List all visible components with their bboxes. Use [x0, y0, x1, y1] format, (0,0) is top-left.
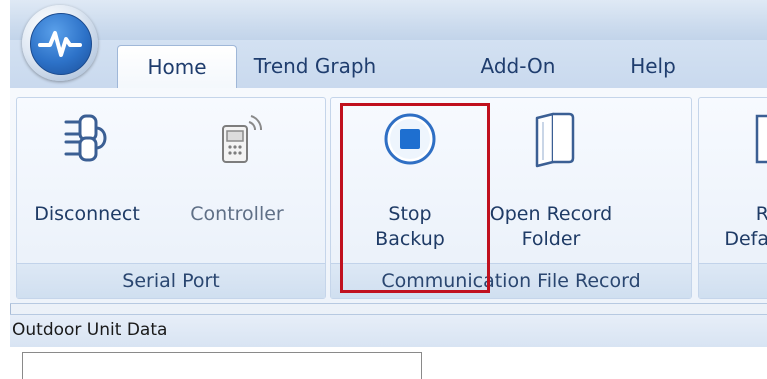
section-title: Outdoor Unit Data: [12, 320, 168, 340]
tab-home[interactable]: Home: [117, 45, 237, 90]
tab-trend-graph-label: Trend Graph: [253, 54, 377, 78]
disconnect-button[interactable]: Disconnect: [17, 98, 157, 263]
section-header: Outdoor Unit Data: [10, 314, 767, 348]
highlight-box: [340, 103, 490, 293]
controller-button[interactable]: Controller: [167, 98, 307, 263]
tab-home-label: Home: [147, 55, 207, 79]
data-panel: [22, 352, 422, 379]
remote-controller-icon: [222, 115, 262, 163]
partial-default-button[interactable]: R Defa: [699, 98, 767, 263]
disconnect-label: Disconnect: [34, 203, 140, 225]
open-record-folder-button[interactable]: Open Record Folder: [481, 98, 621, 263]
group-serial-port-label: Serial Port: [17, 263, 325, 298]
group-partial-right-label: [699, 263, 767, 298]
tab-help[interactable]: Help: [618, 45, 688, 87]
group-serial-port: Serial Port Disconnect Controller: [16, 97, 326, 299]
open-record-folder-label: Open Record Folder: [489, 203, 613, 250]
application-menu-button[interactable]: [22, 5, 98, 81]
partial-default-label: R Defa: [724, 203, 767, 250]
tab-add-on[interactable]: Add-On: [468, 45, 568, 87]
document-icon: [755, 114, 767, 164]
plug-connector-icon: [64, 114, 107, 162]
controller-label: Controller: [190, 203, 284, 225]
tab-add-on-label: Add-On: [480, 54, 556, 78]
group-partial-right: R Defa: [698, 97, 767, 299]
tab-trend-graph[interactable]: Trend Graph: [250, 45, 380, 87]
folder-icon: [535, 112, 575, 168]
title-bar: [10, 0, 767, 40]
heartbeat-icon: [38, 31, 82, 57]
tab-help-label: Help: [630, 54, 676, 78]
